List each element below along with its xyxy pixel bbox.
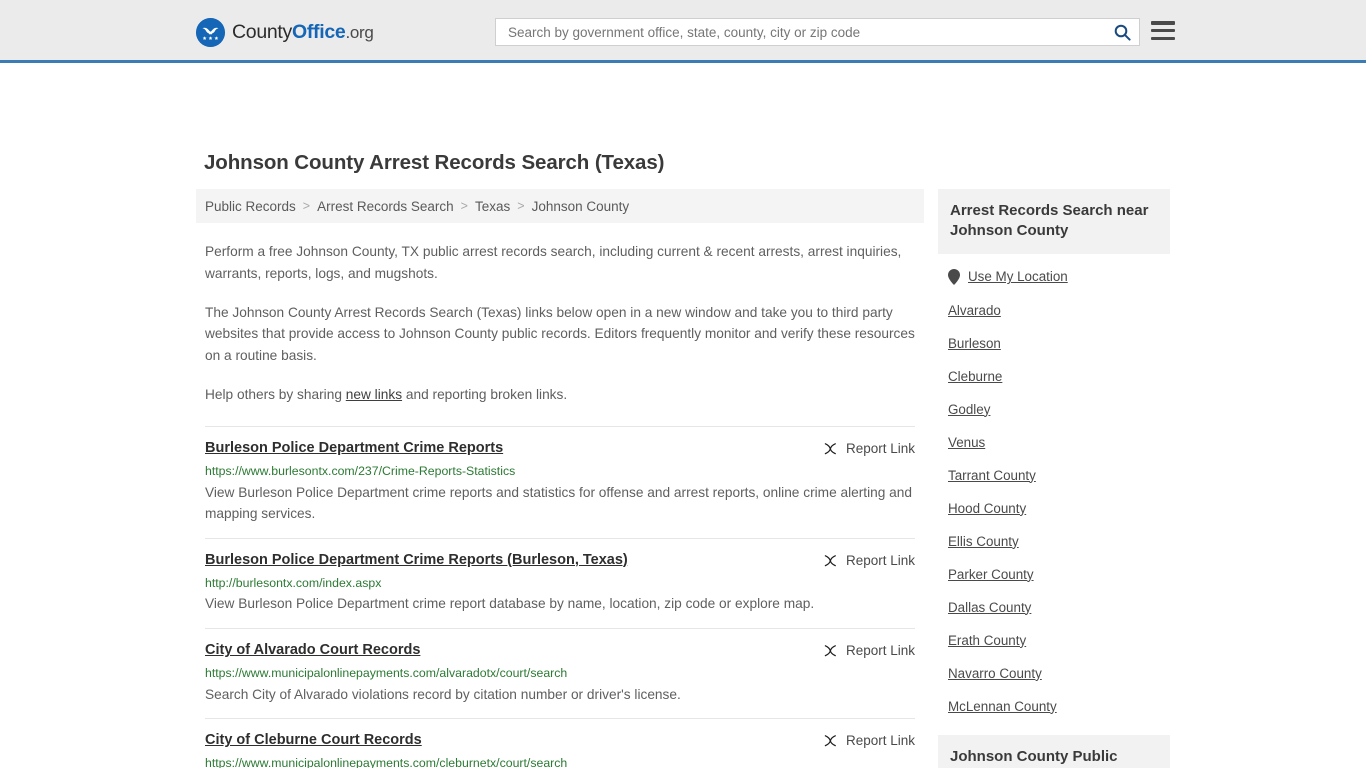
sidebar-item-erath-county[interactable]: Erath County [938,624,1170,657]
site-logo[interactable]: CountyOffice.org [196,18,374,47]
page-title: Johnson County Arrest Records Search (Te… [204,151,665,174]
result-title-link[interactable]: City of Alvarado Court Records [205,641,420,659]
sidebar-link-label: Alvarado [948,302,1001,318]
breadcrumb-separator: > [460,199,468,213]
broken-link-icon [824,442,836,454]
result-description: View Burleson Police Department crime re… [205,596,815,612]
sidebar-link-label: Dallas County [948,599,1032,615]
result-url-link[interactable]: https://www.municipalonlinepayments.com/… [205,756,915,768]
sidebar-link-label: Godley [948,401,991,417]
sidebar-link-label: Venus [948,434,986,450]
broken-link-icon [824,554,836,566]
breadcrumb-item-texas[interactable]: Texas [475,199,510,214]
hamburger-bar-1 [1151,21,1175,25]
breadcrumb-separator: > [302,199,311,213]
broken-link-icon [824,645,836,657]
intro-section: Perform a free Johnson County, TX public… [196,241,924,406]
sidebar-item-alvarado[interactable]: Alvarado [938,294,1170,327]
result-url-link[interactable]: https://www.municipalonlinepayments.com/… [205,666,915,681]
site-header: CountyOffice.org [0,0,1366,63]
logo-text-office: Office [292,21,346,43]
result-description: Search City of Alvarado violations recor… [205,686,681,702]
sidebar-link-label: Parker County [948,566,1034,582]
result-item: City of Alvarado Court Records Report Li… [205,627,915,718]
intro-paragraph-2: The Johnson County Arrest Records Search… [205,304,915,364]
sidebar-item-use-my-location[interactable]: Use My Location [938,260,1170,294]
report-link-label: Report Link [845,552,915,568]
result-url-link[interactable]: https://www.burlesontx.com/237/Crime-Rep… [205,464,915,479]
sidebar-item-godley[interactable]: Godley [938,393,1170,426]
result-header: Burleson Police Department Crime Reports… [205,439,915,457]
result-header: City of Alvarado Court Records Report Li… [205,641,915,659]
sidebar-link-label: Use My Location [968,269,1068,285]
sidebar-nearby-heading: Arrest Records Search near Johnson Count… [938,189,1170,254]
main-content-column: Public Records > Arrest Records Search >… [196,189,924,768]
breadcrumb-item-public-records[interactable]: Public Records [205,199,296,214]
result-description: View Burleson Police Department crime re… [205,484,913,522]
result-item: Burleson Police Department Crime Reports… [205,425,915,538]
search-bar[interactable] [495,18,1140,46]
logo-text-county: County [232,21,292,43]
sidebar-link-label: Ellis County [948,533,1019,549]
report-link-button[interactable]: Report Link [822,732,915,749]
result-title-link[interactable]: Burleson Police Department Crime Reports [205,439,503,457]
sidebar-item-hood-county[interactable]: Hood County [938,492,1170,525]
sidebar-link-label: Tarrant County [948,467,1036,483]
logo-text-org: .org [345,23,374,42]
search-input[interactable] [496,24,1105,40]
search-icon [1114,24,1131,41]
report-link-label: Report Link [845,733,915,749]
result-url-link[interactable]: http://burlesontx.com/index.aspx [205,576,915,591]
breadcrumb-item-johnson-county: Johnson County [531,198,630,214]
result-item: City of Cleburne Court Records Report Li… [205,718,915,768]
sidebar-item-burleson[interactable]: Burleson [938,327,1170,360]
breadcrumb-item-arrest-records-search[interactable]: Arrest Records Search [317,199,454,214]
sidebar-link-label: McLennan County [948,698,1057,714]
sidebar-item-ellis-county[interactable]: Ellis County [938,525,1170,558]
intro-p3-after: and reporting broken links. [402,386,568,402]
result-header: City of Cleburne Court Records Report Li… [205,731,915,749]
result-title-link[interactable]: City of Cleburne Court Records [205,731,422,749]
report-link-button[interactable]: Report Link [822,552,915,569]
sidebar-item-dallas-county[interactable]: Dallas County [938,591,1170,624]
sidebar-item-cleburne[interactable]: Cleburne [938,360,1170,393]
map-pin-icon [948,268,960,285]
report-link-label: Report Link [845,642,915,658]
sidebar-item-parker-county[interactable]: Parker County [938,558,1170,591]
result-header: Burleson Police Department Crime Reports… [205,551,915,569]
intro-paragraph-3: Help others by sharing new links and rep… [205,384,915,406]
sidebar-link-label: Erath County [948,632,1027,648]
sidebar-item-tarrant-county[interactable]: Tarrant County [938,459,1170,492]
new-links-link[interactable]: new links [346,387,402,402]
intro-paragraph-1: Perform a free Johnson County, TX public… [205,244,902,281]
results-list: Burleson Police Department Crime Reports… [196,425,924,768]
sidebar-link-label: Navarro County [948,665,1042,681]
report-link-button[interactable]: Report Link [822,642,915,659]
sidebar: Arrest Records Search near Johnson Count… [938,189,1170,768]
sidebar-item-navarro-county[interactable]: Navarro County [938,657,1170,690]
sidebar-link-label: Burleson [948,335,1001,351]
sidebar-link-label: Cleburne [948,368,1003,384]
breadcrumb-separator: > [517,199,525,213]
eagle-seal-icon [196,18,225,47]
breadcrumb: Public Records > Arrest Records Search >… [196,189,924,223]
broken-link-icon [824,735,836,747]
hamburger-bar-3 [1151,36,1175,40]
sidebar-item-venus[interactable]: Venus [938,426,1170,459]
sidebar-public-records-heading: Johnson County Public Records [938,734,1170,768]
search-button[interactable] [1105,19,1139,45]
hamburger-menu-icon[interactable] [1151,21,1175,40]
sidebar-link-label: Hood County [948,500,1027,516]
sidebar-item-mclennan-county[interactable]: McLennan County [938,690,1170,723]
sidebar-links-list: Use My Location Alvarado Burleson Clebur… [938,260,1170,723]
report-link-label: Report Link [845,440,915,456]
logo-wordmark: CountyOffice.org [232,21,374,44]
result-item: Burleson Police Department Crime Reports… [205,537,915,628]
hamburger-bar-2 [1151,28,1175,33]
intro-p3-before: Help others by sharing [205,386,346,402]
report-link-button[interactable]: Report Link [822,440,915,457]
result-title-link[interactable]: Burleson Police Department Crime Reports… [205,551,628,569]
